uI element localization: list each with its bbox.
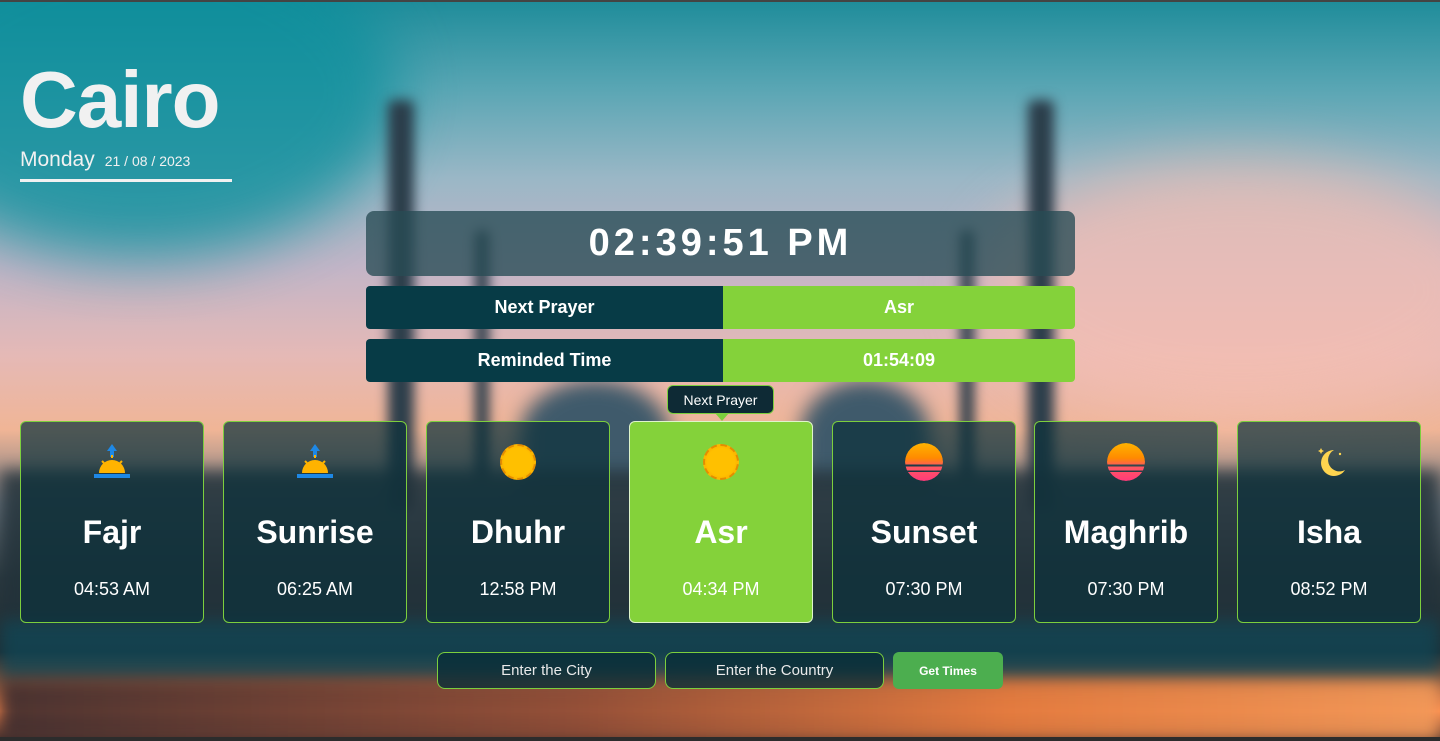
prayer-name: Asr (694, 514, 748, 550)
city-title: Cairo (20, 55, 220, 144)
prayer-card-maghrib[interactable]: Maghrib 07:30 PM (1034, 421, 1218, 623)
prayer-name: Fajr (82, 514, 142, 550)
prayer-name: Sunrise (256, 514, 374, 550)
prayer-card-sunset[interactable]: Sunset 07:30 PM (832, 421, 1016, 623)
sun-icon (699, 440, 743, 484)
remaining-time-value: 01:54:09 (723, 339, 1075, 382)
current-time-clock: 02:39:51 PM (366, 211, 1075, 276)
sunset-icon (1104, 440, 1148, 484)
prayer-name: Sunset (870, 514, 978, 550)
moon-icon (1307, 440, 1351, 484)
top-border (0, 0, 1440, 2)
country-input[interactable] (665, 652, 884, 689)
prayer-time: 06:25 AM (276, 579, 354, 599)
next-prayer-row: Next Prayer Asr (366, 286, 1075, 329)
city-input[interactable] (437, 652, 656, 689)
next-prayer-value: Asr (723, 286, 1075, 329)
prayer-card-dhuhr[interactable]: Dhuhr 12:58 PM (426, 421, 610, 623)
prayer-time: 07:30 PM (1087, 579, 1165, 599)
prayer-time: 12:58 PM (479, 579, 557, 599)
prayer-name: Isha (1296, 514, 1362, 550)
bottom-border (0, 737, 1440, 741)
next-prayer-tooltip: Next Prayer (667, 385, 774, 421)
prayer-card-sunrise[interactable]: Sunrise 06:25 AM (223, 421, 407, 623)
sunrise-icon (90, 440, 134, 484)
sun-icon (496, 440, 540, 484)
get-times-button[interactable]: Get Times (893, 652, 1003, 689)
sunset-icon (902, 440, 946, 484)
date-row: Monday 21 / 08 / 2023 (20, 148, 232, 182)
prayer-card-isha[interactable]: Isha 08:52 PM (1237, 421, 1421, 623)
location-form: Get Times (437, 652, 1003, 689)
prayer-card-fajr[interactable]: Fajr 04:53 AM (20, 421, 204, 623)
prayer-time: 08:52 PM (1290, 579, 1368, 599)
prayer-time: 04:34 PM (682, 579, 760, 599)
prayer-cards: Fajr 04:53 AM Sunrise 06:25 AM Dhuhr 12:… (20, 421, 1424, 623)
day-name: Monday (20, 148, 95, 171)
prayer-time: 07:30 PM (885, 579, 963, 599)
prayer-name: Maghrib (1063, 514, 1189, 550)
date-value: 21 / 08 / 2023 (104, 153, 191, 169)
next-prayer-label: Next Prayer (366, 286, 723, 329)
prayer-card-asr[interactable]: Asr 04:34 PM (629, 421, 813, 623)
prayer-name: Dhuhr (470, 514, 566, 550)
remaining-time-row: Reminded Time 01:54:09 (366, 339, 1075, 382)
remaining-time-label: Reminded Time (366, 339, 723, 382)
sunrise-icon (293, 440, 337, 484)
prayer-time: 04:53 AM (73, 579, 151, 599)
